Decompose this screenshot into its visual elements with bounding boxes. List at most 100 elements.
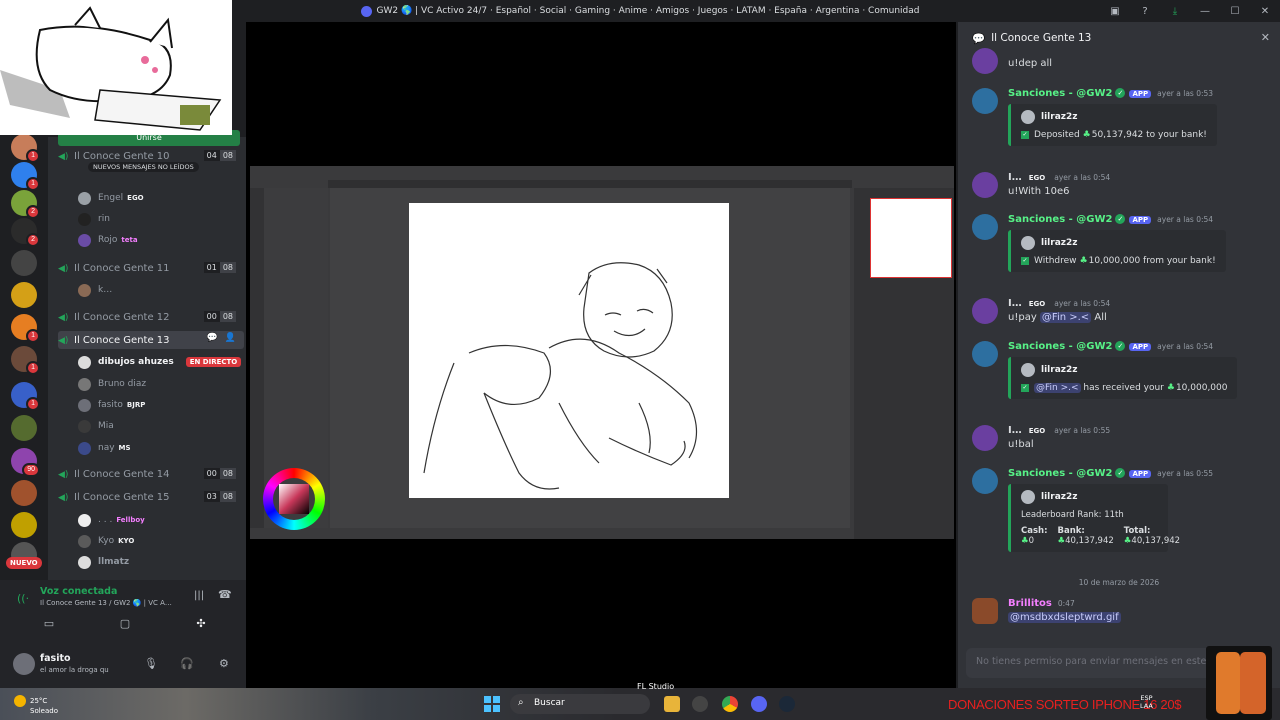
author-name[interactable]: Sanciones - @GW2 ✓ APP ayer a las 0:55 [1008, 468, 1213, 479]
author-name[interactable]: I… EGO ayer a las 0:54 [1008, 298, 1110, 309]
user-name: Engel [98, 193, 124, 203]
field-header: Cash: [1021, 526, 1048, 536]
author-name[interactable]: I… EGO ayer a las 0:54 [1008, 172, 1110, 183]
server-icon[interactable]: 2 [11, 218, 40, 247]
close-window-button[interactable]: ✕ [1250, 6, 1280, 17]
screen-share-icon[interactable]: ▢ [116, 617, 134, 633]
voice-user[interactable]: Mia [78, 417, 244, 435]
voice-channel[interactable]: ◀) Il Conoce Gente 11 01 08 [58, 259, 244, 277]
disconnect-icon[interactable]: ☎ [218, 588, 232, 601]
activities-icon[interactable]: ✣ [192, 617, 210, 633]
server-icon[interactable] [11, 512, 37, 538]
new-messages-pill[interactable]: NUEVOS MENSAJES NO LEÍDOS [88, 162, 199, 172]
bot-embed: lilraz2z ✓ @Fin >.< has received your ♣ 10,… [1008, 357, 1238, 399]
voice-user[interactable]: Kyo KYO [78, 532, 244, 550]
server-icon[interactable] [11, 415, 37, 441]
server-icon[interactable]: 1 [11, 162, 40, 191]
voice-user[interactable]: Bruno diaz [78, 375, 244, 393]
voice-channel[interactable]: ◀) Il Conoce Gente 15 03 08 [58, 488, 244, 506]
language-indicator[interactable]: ESP LAA [1140, 694, 1153, 710]
chat-panel: 💬 Il Conoce Gente 13 ✕ u!dep all Sancion… [958, 22, 1280, 688]
avatar[interactable] [972, 298, 998, 324]
new-badge[interactable]: NUEVO [6, 557, 42, 569]
discord-icon[interactable] [751, 696, 767, 712]
windows-start-icon[interactable] [484, 696, 500, 712]
voice-channel[interactable]: ◀) Il Conoce Gente 14 00 08 [58, 465, 244, 483]
voice-channel-active[interactable]: ◀) Il Conoce Gente 13 💬 👤 [58, 331, 244, 349]
author-name[interactable]: Sanciones - @GW2 ✓ APP ayer a las 0:53 [1008, 88, 1213, 99]
server-icon[interactable]: 1 [11, 314, 40, 343]
voice-user[interactable]: . . . Fellboy [78, 511, 244, 529]
user-mention[interactable]: @Fin >.< [1039, 312, 1092, 323]
attachment-link[interactable]: @msdbxdsleptwrd.gif [1008, 612, 1121, 623]
download-icon[interactable]: ⤓ [1160, 6, 1190, 17]
drawing-canvas[interactable] [409, 203, 729, 498]
server-icon[interactable] [11, 282, 37, 308]
voice-user[interactable]: k… [78, 281, 244, 299]
bot-avatar[interactable] [972, 214, 998, 240]
server-icon[interactable]: 1 [11, 346, 40, 375]
unread-badge: 1 [26, 177, 40, 191]
noise-suppression-icon[interactable]: ||| [194, 590, 204, 601]
verified-icon: ✓ [1115, 88, 1126, 98]
voice-user[interactable]: Rojo teta [78, 231, 244, 249]
unread-badge: 1 [26, 149, 40, 163]
voice-user[interactable]: nay MS [78, 439, 244, 457]
server-icon[interactable]: 1 [11, 382, 40, 411]
help-icon[interactable]: ? [1130, 6, 1160, 17]
settings-icon[interactable]: ⚙ [219, 657, 229, 670]
voice-user[interactable]: llmatz [78, 553, 244, 571]
avatar[interactable] [13, 653, 35, 675]
server-icon[interactable] [11, 480, 37, 506]
navigator-thumbnail[interactable] [870, 198, 952, 278]
server-icon[interactable]: 90 [11, 448, 40, 477]
avatar[interactable] [972, 598, 998, 624]
maximize-button[interactable]: ☐ [1220, 6, 1250, 17]
color-wheel[interactable] [263, 468, 325, 530]
app-icon[interactable] [692, 696, 708, 712]
message-text: @msdbxdsleptwrd.gif [1008, 612, 1121, 623]
voice-channel[interactable]: ◀) Il Conoce Gente 12 00 08 [58, 308, 244, 326]
microphone-icon[interactable]: 🎙 [144, 657, 158, 670]
user-name: Bruno diaz [98, 379, 147, 389]
chrome-icon[interactable] [722, 696, 738, 712]
voice-status[interactable]: Voz conectada [40, 586, 117, 597]
bot-avatar[interactable] [972, 88, 998, 114]
taskbar-search[interactable]: ⌕ Buscar [510, 694, 650, 714]
file-explorer-icon[interactable] [664, 696, 680, 712]
author-name[interactable]: Brillitos 0:47 [1008, 598, 1075, 609]
timestamp: ayer a las 0:54 [1157, 215, 1214, 224]
voice-user[interactable]: Engel EGO [78, 189, 244, 207]
minimize-button[interactable]: — [1190, 6, 1220, 17]
headphones-icon[interactable]: 🎧 [180, 657, 194, 670]
author-name[interactable]: Sanciones - @GW2 ✓ APP ayer a las 0:54 [1008, 214, 1213, 225]
author-name[interactable]: Sanciones - @GW2 ✓ APP ayer a las 0:54 [1008, 341, 1213, 352]
chat-icon[interactable]: 💬 [207, 333, 218, 343]
author-name[interactable]: I… EGO ayer a las 0:55 [1008, 425, 1110, 436]
avatar[interactable] [972, 172, 998, 198]
avatar[interactable] [972, 425, 998, 451]
signal-icon[interactable]: ((· [17, 592, 29, 605]
server-icon[interactable]: 2 [11, 190, 40, 219]
close-icon[interactable]: ✕ [1261, 31, 1270, 44]
add-user-icon[interactable]: 👤 [225, 333, 236, 343]
avatar[interactable] [972, 48, 998, 74]
voice-channel-name[interactable]: Il Conoce Gente 13 / GW2 🌎 | VC A… [40, 599, 190, 607]
bot-avatar[interactable] [972, 341, 998, 367]
steam-icon[interactable] [779, 696, 795, 712]
weather-widget[interactable]: 25°C Soleado [14, 695, 58, 716]
color-square[interactable] [279, 484, 309, 514]
inbox-icon[interactable]: ▣ [1100, 6, 1130, 17]
voice-user[interactable]: dibujos ahuzes EN DIRECTO [78, 353, 244, 371]
user-name[interactable]: fasito [40, 653, 71, 664]
embed-line: ✓ Deposited ♣ 50,137,942 to your bank! [1021, 130, 1207, 140]
user-tag: teta [121, 236, 138, 244]
server-icon[interactable]: 1 [11, 134, 40, 163]
camera-icon[interactable]: ▭ [40, 617, 58, 633]
server-icon[interactable] [11, 250, 37, 276]
check-icon: ✓ [1021, 257, 1029, 265]
voice-user[interactable]: fasito BJRP [78, 396, 244, 414]
user-mention[interactable]: @Fin >.< [1034, 383, 1081, 393]
bot-avatar[interactable] [972, 468, 998, 494]
voice-user[interactable]: rin [78, 210, 244, 228]
